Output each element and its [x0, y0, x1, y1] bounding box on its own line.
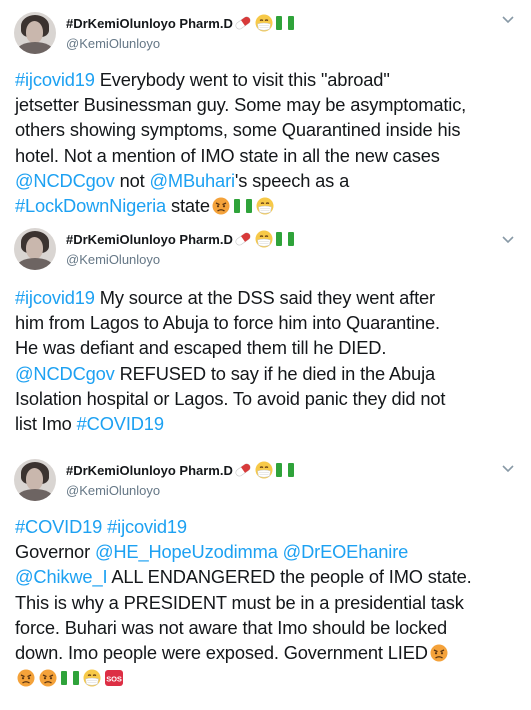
- hashtag-link[interactable]: #ijcovid19: [15, 69, 95, 90]
- tweet-line: SOS: [15, 665, 517, 690]
- tweet-line: @Chikwe_I ALL ENDANGERED the people of I…: [15, 564, 517, 589]
- tweet-3[interactable]: #DrKemiOlunloyo Pharm.D @KemiOlunloyo #C…: [0, 449, 531, 710]
- flag-ng-icon: [233, 198, 252, 213]
- tweet-line: #ijcovid19 My source at the DSS said the…: [15, 285, 517, 310]
- tweet-text-segment: hotel. Not a mention of IMO state in all…: [15, 144, 440, 166]
- mask-face-icon: [255, 461, 273, 478]
- mask-face-icon: [256, 197, 274, 215]
- handle[interactable]: @KemiOlunloyo: [66, 35, 296, 53]
- display-name[interactable]: #DrKemiOlunloyo Pharm.D: [66, 231, 233, 249]
- mention-link[interactable]: @NCDCgov: [15, 363, 115, 384]
- hashtag-link[interactable]: #ijcovid19: [107, 516, 187, 537]
- pill-icon: [235, 232, 251, 245]
- tweet-line: others showing symptoms, some Quarantine…: [15, 117, 517, 142]
- tweet-text-segment: 's speech as a: [234, 169, 350, 191]
- tweet-text-segment: This is why a PRESIDENT must be in a pre…: [15, 591, 464, 613]
- mention-link[interactable]: @NCDCgov: [15, 170, 115, 191]
- mention-link[interactable]: @DrEOEhanire: [283, 541, 409, 562]
- tweet-text-segment: him from Lagos to Abuja to force him int…: [15, 312, 440, 334]
- tweet-line: #COVID19 #ijcovid19: [15, 514, 517, 539]
- tweet-header: #DrKemiOlunloyo Pharm.D @KemiOlunloyo: [14, 228, 296, 270]
- tweet-2[interactable]: #DrKemiOlunloyo Pharm.D @KemiOlunloyo #i…: [0, 226, 531, 448]
- sos-icon: SOS: [105, 670, 123, 687]
- hashtag-link[interactable]: #COVID19: [15, 516, 102, 537]
- avatar[interactable]: [14, 228, 56, 270]
- tweet-line: #ijcovid19 Everybody went to visit this …: [15, 67, 517, 92]
- tweet-line: @NCDCgov not @MBuhari's speech as a: [15, 168, 517, 193]
- flag-ng-icon: [61, 671, 79, 686]
- tweet-text-segment: ALL ENDANGERED the people of IMO state.: [107, 566, 472, 588]
- mask-face-icon: [83, 669, 101, 687]
- mention-link[interactable]: @Chikwe_I: [15, 566, 108, 587]
- tweet-text: #COVID19 #ijcovid19 Governor @HE_HopeUzod…: [15, 514, 517, 690]
- hashtag-link[interactable]: #LockDownNigeria: [15, 195, 166, 216]
- tweet-line: hotel. Not a mention of IMO state in all…: [15, 143, 517, 168]
- tweet-text-segment: jetsetter Businessman guy. Some may be a…: [15, 94, 467, 116]
- mask-face-icon: [255, 230, 273, 247]
- tweet-text: #ijcovid19 My source at the DSS said the…: [15, 285, 517, 436]
- tweet-text-segment: My source at the DSS said they went afte…: [94, 287, 435, 308]
- tweet-text-segment: Everybody went to visit this "abroad": [94, 69, 390, 90]
- flag-ng-icon: [276, 15, 295, 30]
- tweet-text-segment: force. Buhari was not aware that Imo sho…: [15, 616, 448, 638]
- chevron-down-icon[interactable]: [501, 232, 515, 246]
- mention-link[interactable]: @MBuhari: [149, 170, 235, 191]
- tweet-text: #ijcovid19 Everybody went to visit this …: [15, 67, 517, 218]
- mask-face-icon: [255, 14, 273, 31]
- name-emojis: [233, 230, 296, 251]
- tweet-text-segment: down. Imo people were exposed. Governmen…: [15, 641, 428, 663]
- angry-face-icon: [39, 669, 57, 687]
- tweet-text-segment: others showing symptoms, some Quarantine…: [15, 119, 461, 141]
- tweet-line: Governor @HE_HopeUzodimma @DrEOEhanire: [15, 539, 517, 564]
- tweet-text-segment: He was defiant and escaped them till he …: [15, 337, 387, 359]
- name-emojis: [233, 461, 296, 482]
- svg-text:SOS: SOS: [106, 675, 122, 684]
- tweet-header: #DrKemiOlunloyo Pharm.D @KemiOlunloyo: [14, 459, 296, 501]
- pill-icon: [235, 463, 251, 476]
- tweet-line: him from Lagos to Abuja to force him int…: [15, 310, 517, 335]
- tweet-header: #DrKemiOlunloyo Pharm.D @KemiOlunloyo: [14, 12, 296, 54]
- angry-face-icon: [430, 644, 448, 662]
- angry-face-icon: [17, 669, 35, 687]
- tweet-line: down. Imo people were exposed. Governmen…: [15, 640, 517, 665]
- chevron-down-icon[interactable]: [501, 12, 515, 26]
- pill-icon: [235, 16, 251, 29]
- display-name[interactable]: #DrKemiOlunloyo Pharm.D: [66, 462, 233, 480]
- tweet-text-segment: list Imo: [15, 412, 77, 434]
- tweet-text-segment: Governor: [15, 541, 95, 563]
- handle[interactable]: @KemiOlunloyo: [66, 251, 296, 269]
- tweet-line: #LockDownNigeria state: [15, 193, 517, 218]
- tweet-line: force. Buhari was not aware that Imo sho…: [15, 615, 517, 640]
- tweet-text-segment: REFUSED to say if he died in the Abuja: [114, 362, 436, 384]
- display-name[interactable]: #DrKemiOlunloyo Pharm.D: [66, 15, 233, 33]
- avatar[interactable]: [14, 459, 56, 501]
- tweet-line: list Imo #COVID19: [15, 411, 517, 436]
- tweet-line: @NCDCgov REFUSED to say if he died in th…: [15, 361, 517, 386]
- tweet-line: jetsetter Businessman guy. Some may be a…: [15, 92, 517, 117]
- avatar[interactable]: [14, 12, 56, 54]
- tweet-1[interactable]: #DrKemiOlunloyo Pharm.D @KemiOlunloyo #i…: [0, 0, 531, 225]
- handle[interactable]: @KemiOlunloyo: [66, 482, 296, 500]
- hashtag-link[interactable]: #ijcovid19: [15, 287, 95, 308]
- hashtag-link[interactable]: #COVID19: [77, 413, 164, 434]
- flag-ng-icon: [276, 231, 295, 246]
- tweet-line: He was defiant and escaped them till he …: [15, 335, 517, 360]
- angry-face-icon: [212, 197, 230, 215]
- name-emojis: [233, 14, 296, 35]
- tweet-text-segment: state: [166, 194, 210, 216]
- chevron-down-icon[interactable]: [501, 461, 515, 475]
- tweet-text-segment: Isolation hospital or Lagos. To avoid pa…: [15, 387, 446, 409]
- flag-ng-icon: [276, 462, 295, 477]
- tweet-text-segment: not: [114, 169, 150, 191]
- tweet-line: This is why a PRESIDENT must be in a pre…: [15, 590, 517, 615]
- mention-link[interactable]: @HE_HopeUzodimma: [95, 541, 278, 562]
- tweet-line: Isolation hospital or Lagos. To avoid pa…: [15, 386, 517, 411]
